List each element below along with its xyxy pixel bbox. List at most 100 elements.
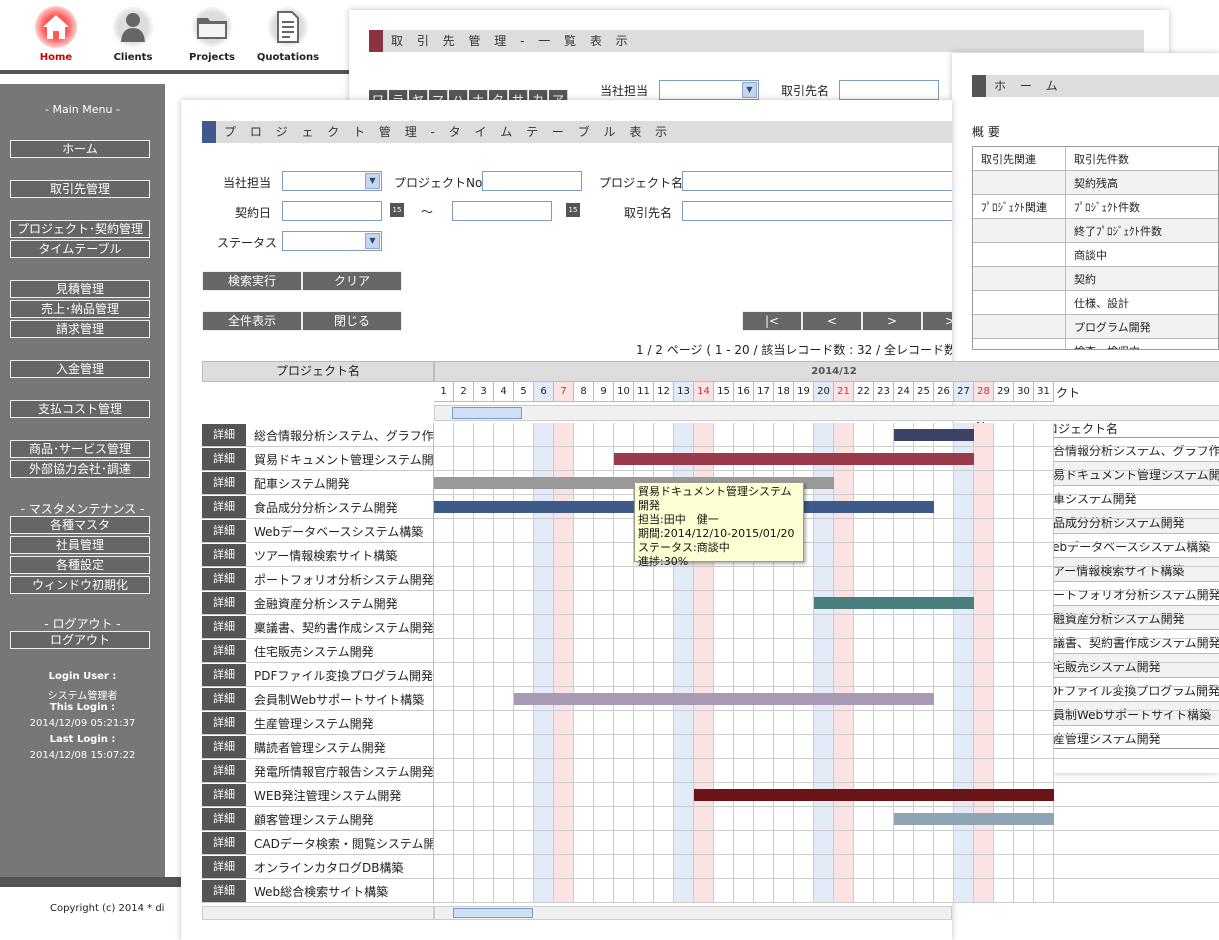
logout-button[interactable]: ログアウト <box>10 631 150 649</box>
detail-button[interactable]: 詳細 <box>202 544 246 566</box>
gantt-day-header: 9 <box>594 382 614 402</box>
last-login: 2014/12/08 15:07:22 <box>29 750 136 761</box>
client-staff-select[interactable]: ▼ <box>659 80 759 100</box>
detail-button[interactable]: 詳細 <box>202 784 246 806</box>
menu-timetable[interactable]: タイムテーブル <box>10 240 150 258</box>
gantt-bar[interactable] <box>694 789 1054 801</box>
nav-projects[interactable]: Projects <box>177 6 247 63</box>
pager-last[interactable]: >| <box>922 311 952 331</box>
calendar-icon[interactable]: 15 <box>566 203 580 217</box>
gantt-day-header: 12 <box>654 382 674 402</box>
detail-button[interactable]: 詳細 <box>202 448 246 470</box>
summary-row: 仕様、設計 <box>973 291 1218 315</box>
detail-button[interactable]: 詳細 <box>202 736 246 758</box>
menu-cost[interactable]: 支払コスト管理 <box>10 400 150 418</box>
summary-item: 商談中 <box>1074 249 1107 262</box>
close-button[interactable]: 閉じる <box>302 311 402 331</box>
gantt-grid: プロジェクト名 2014/12 1 2 3 4 5 6 7 8 9 10 11 12 13 14 15 16 17 1… <box>202 361 1219 906</box>
nav-quotations[interactable]: Quotations <box>253 6 323 63</box>
detail-button[interactable]: 詳細 <box>202 856 246 878</box>
project-name: WEB発注管理システム開発 <box>246 783 434 807</box>
contract-date-from[interactable] <box>282 201 382 221</box>
timeline-scrollbar-bottom[interactable] <box>434 906 952 920</box>
menu-staff[interactable]: 社員管理 <box>10 536 150 554</box>
menu-payment-received[interactable]: 入金管理 <box>10 360 150 378</box>
menu-clients[interactable]: 取引先管理 <box>10 180 150 198</box>
pager-prev[interactable]: < <box>802 311 862 331</box>
pager-next[interactable]: > <box>862 311 922 331</box>
detail-button[interactable]: 詳細 <box>202 664 246 686</box>
gantt-bar[interactable] <box>814 597 974 609</box>
gantt-day-header: 27 <box>954 382 974 402</box>
gantt-bar[interactable] <box>514 693 934 705</box>
menu-products-services[interactable]: 商品･サービス管理 <box>10 440 150 458</box>
detail-button[interactable]: 詳細 <box>202 496 246 518</box>
detail-button[interactable]: 詳細 <box>202 760 246 782</box>
name-scrollbar[interactable] <box>202 906 434 920</box>
gantt-day-header: 31 <box>1034 382 1054 402</box>
detail-button[interactable]: 詳細 <box>202 568 246 590</box>
this-login-label: This Login : <box>49 702 116 713</box>
project-name: 住宅販売システム開発 <box>246 639 434 663</box>
menu-window-reset[interactable]: ウィンドウ初期化 <box>10 576 150 594</box>
detail-button[interactable]: 詳細 <box>202 832 246 854</box>
client-input[interactable] <box>682 201 952 221</box>
project-name: 稟議書、契約書作成システム開発 <box>246 615 434 639</box>
contract-date-to[interactable] <box>452 201 552 221</box>
main-menu-heading: - Main Menu - <box>45 103 120 116</box>
staff-select[interactable]: ▼ <box>282 171 382 191</box>
detail-button[interactable]: 詳細 <box>202 424 246 446</box>
menu-partners[interactable]: 外部協力会社･調達 <box>10 460 150 478</box>
project-name: PDFファイル変換プログラム開発 <box>246 663 434 687</box>
gantt-day-header: 1 <box>434 382 454 402</box>
menu-home[interactable]: ホーム <box>10 140 150 158</box>
menu-project-contract[interactable]: プロジェクト･契約管理 <box>10 220 150 238</box>
detail-button[interactable]: 詳細 <box>202 640 246 662</box>
pager-first[interactable]: |< <box>742 311 802 331</box>
menu-settings[interactable]: 各種設定 <box>10 556 150 574</box>
calendar-icon[interactable]: 15 <box>390 203 404 217</box>
nav-clients[interactable]: Clients <box>98 6 168 63</box>
project-name-input[interactable] <box>682 171 952 191</box>
project-no-input[interactable] <box>482 171 582 191</box>
detail-button[interactable]: 詳細 <box>202 592 246 614</box>
menu-sales-delivery[interactable]: 売上･納品管理 <box>10 300 150 318</box>
clear-button[interactable]: クリア <box>302 271 402 291</box>
menu-masters[interactable]: 各種マスタ <box>10 516 150 534</box>
gantt-day-header: 23 <box>874 382 894 402</box>
gantt-day-header: 25 <box>914 382 934 402</box>
menu-quotation[interactable]: 見積管理 <box>10 280 150 298</box>
detail-button[interactable]: 詳細 <box>202 520 246 542</box>
show-all-button[interactable]: 全件表示 <box>202 311 302 331</box>
detail-button[interactable]: 詳細 <box>202 712 246 734</box>
home-panel-title: ホ ー ム <box>972 75 1219 97</box>
logout-heading: - ログアウト - <box>44 617 121 631</box>
gantt-bar[interactable] <box>894 813 1054 825</box>
contract-date-label: 契約日 <box>235 206 272 220</box>
menu-invoice[interactable]: 請求管理 <box>10 320 150 338</box>
detail-button[interactable]: 詳細 <box>202 808 246 830</box>
client-name-input[interactable] <box>839 80 939 100</box>
gantt-bar[interactable] <box>894 429 974 441</box>
this-login: 2014/12/09 05:21:37 <box>29 718 136 729</box>
home-panel-title-text: ホ ー ム <box>994 79 1063 93</box>
project-name: 総合情報分析システム、グラフ作成 <box>246 423 434 447</box>
gantt-day-header: 21 <box>834 382 854 402</box>
gantt-day-header: 20 <box>814 382 834 402</box>
nav-home[interactable]: Home <box>21 6 91 63</box>
status-select[interactable]: ▼ <box>282 231 382 251</box>
project-tooltip: 貿易ドキュメント管理システム開発 担当:田中 健一 期間:2014/12/10-… <box>634 482 804 568</box>
gantt-bar[interactable] <box>614 453 974 465</box>
detail-button[interactable]: 詳細 <box>202 880 246 902</box>
detail-button[interactable]: 詳細 <box>202 688 246 710</box>
gantt-day-header: 14 <box>694 382 714 402</box>
project-name: ツアー情報検索サイト構築 <box>246 543 434 567</box>
detail-button[interactable]: 詳細 <box>202 616 246 638</box>
nav-home-label: Home <box>39 52 73 63</box>
scroll-thumb[interactable] <box>452 407 522 419</box>
detail-button[interactable]: 詳細 <box>202 472 246 494</box>
gantt-day-header: 7 <box>554 382 574 402</box>
gantt-name-header: プロジェクト名 <box>202 361 434 382</box>
timeline-scrollbar-top[interactable] <box>434 405 1219 421</box>
search-button[interactable]: 検索実行 <box>202 271 302 291</box>
